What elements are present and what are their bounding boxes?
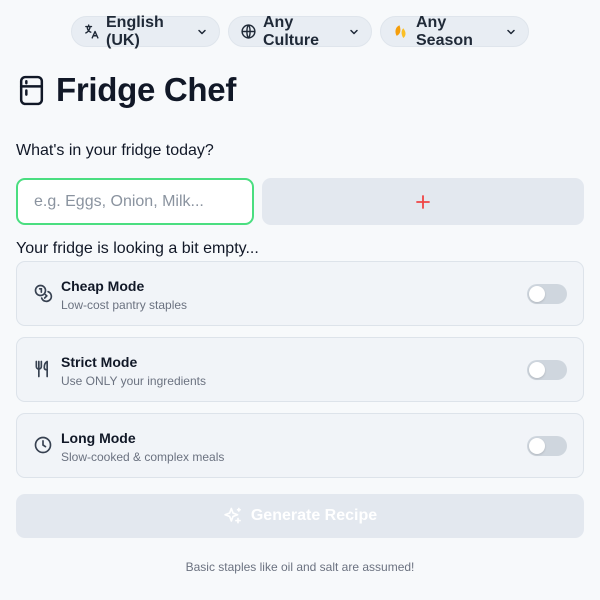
- cheap-mode-card: Cheap Mode Low-cost pantry staples: [16, 261, 584, 326]
- ingredients-prompt: What's in your fridge today?: [16, 142, 214, 159]
- long-mode-card: Long Mode Slow-cooked & complex meals: [16, 413, 584, 478]
- season-label: Any Season: [416, 13, 473, 49]
- page-title: Fridge Chef: [56, 71, 237, 108]
- long-mode-description: Slow-cooked & complex meals: [61, 450, 225, 464]
- translate-icon: [85, 24, 99, 39]
- generate-label: Generate Recipe: [250, 507, 378, 524]
- cheap-mode-toggle[interactable]: [527, 284, 567, 304]
- leaves-icon: [395, 24, 406, 38]
- toggle-knob: [529, 438, 545, 454]
- long-mode-title: Long Mode: [61, 430, 136, 446]
- chevron-down-icon: [198, 29, 206, 34]
- ingredient-input[interactable]: [16, 178, 254, 225]
- strict-mode-description: Use ONLY your ingredients: [61, 374, 206, 388]
- empty-fridge-message: Your fridge is looking a bit empty...: [16, 240, 259, 257]
- toggle-knob: [529, 362, 545, 378]
- language-selector[interactable]: English (UK): [71, 13, 220, 49]
- culture-selector[interactable]: Any Culture: [228, 13, 372, 49]
- chevron-down-icon: [507, 29, 515, 34]
- culture-label: Any Culture: [263, 13, 319, 49]
- sparkles-icon: [224, 507, 241, 524]
- toggle-knob: [529, 286, 545, 302]
- cheap-mode-description: Low-cost pantry staples: [61, 298, 188, 312]
- language-label: English (UK): [106, 13, 164, 49]
- fridge-icon: [19, 75, 44, 105]
- season-selector[interactable]: Any Season: [380, 13, 529, 49]
- plus-icon: [416, 194, 430, 209]
- strict-mode-card: Strict Mode Use ONLY your ingredients: [16, 337, 584, 402]
- staples-footnote: Basic staples like oil and salt are assu…: [185, 560, 415, 574]
- globe-icon: [241, 24, 256, 39]
- clock-icon: [34, 436, 52, 454]
- chevron-down-icon: [350, 29, 358, 34]
- long-mode-toggle[interactable]: [527, 436, 567, 456]
- app-header: Fridge Chef: [19, 71, 236, 109]
- strict-mode-toggle[interactable]: [527, 360, 567, 380]
- add-ingredient-button[interactable]: [262, 178, 584, 225]
- strict-mode-title: Strict Mode: [61, 354, 138, 370]
- generate-recipe-button[interactable]: Generate Recipe: [16, 494, 584, 538]
- cheap-mode-title: Cheap Mode: [61, 278, 145, 294]
- coins-icon: [34, 284, 53, 303]
- utensils-icon: [35, 360, 49, 378]
